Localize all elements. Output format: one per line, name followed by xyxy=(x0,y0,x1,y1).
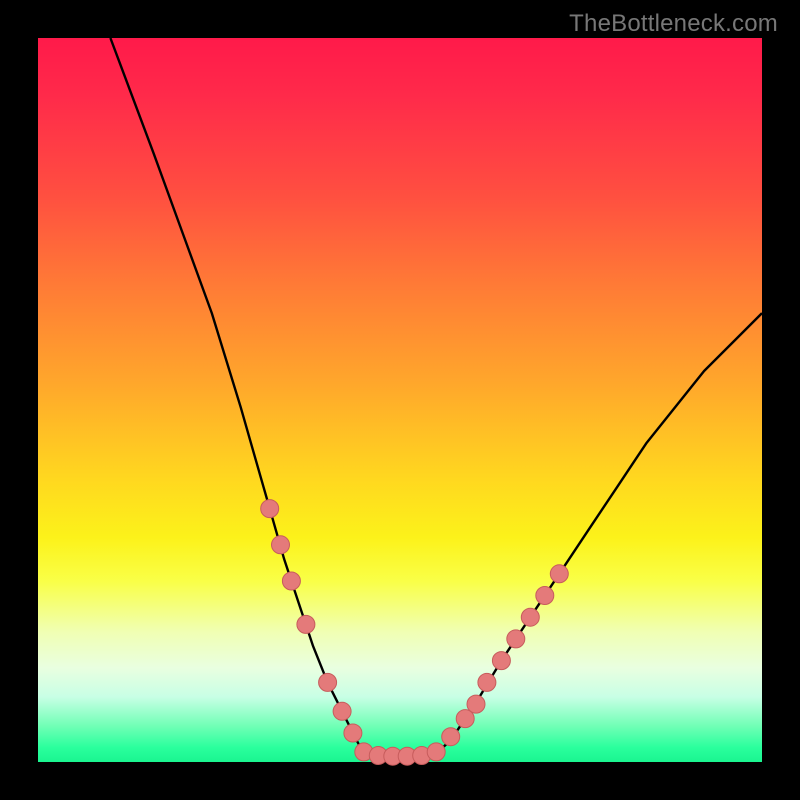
chart-frame: TheBottleneck.com xyxy=(0,0,800,800)
bottleneck-curve xyxy=(110,38,762,757)
curve-group xyxy=(110,38,762,757)
watermark-text: TheBottleneck.com xyxy=(569,10,778,38)
data-marker xyxy=(333,702,351,720)
data-marker xyxy=(521,608,539,626)
data-marker xyxy=(550,565,568,583)
data-marker xyxy=(507,630,525,648)
data-marker xyxy=(536,587,554,605)
data-marker xyxy=(478,673,496,691)
data-marker xyxy=(442,728,460,746)
data-marker xyxy=(261,500,279,518)
data-marker xyxy=(272,536,290,554)
data-marker xyxy=(282,572,300,590)
chart-svg xyxy=(38,38,762,762)
data-marker xyxy=(319,673,337,691)
data-marker xyxy=(344,724,362,742)
data-marker xyxy=(427,743,445,761)
data-markers xyxy=(261,500,569,766)
data-marker xyxy=(297,615,315,633)
data-marker xyxy=(467,695,485,713)
data-marker xyxy=(492,652,510,670)
